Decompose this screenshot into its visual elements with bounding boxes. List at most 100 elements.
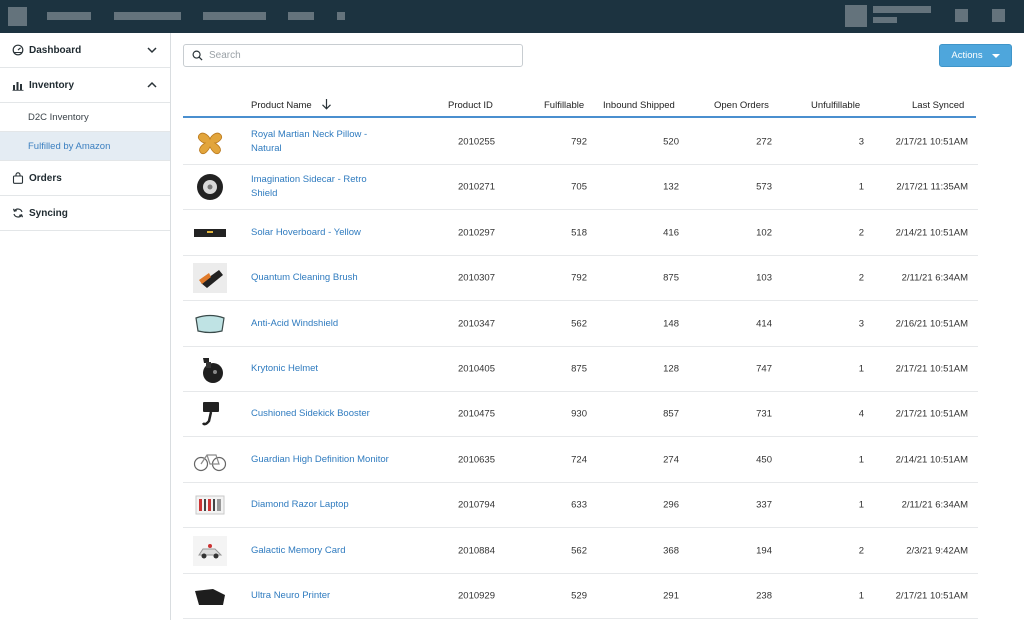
- column-header-fulfillable[interactable]: Fulfillable: [544, 100, 584, 111]
- product-thumbnail[interactable]: [193, 127, 227, 157]
- sidebar-item-label: Inventory: [29, 79, 75, 91]
- product-thumbnail[interactable]: [193, 354, 227, 384]
- product-name-link[interactable]: Galactic Memory Card: [251, 544, 391, 558]
- table-row[interactable]: Galactic Memory Card 2010884 562 368 194 2 2/3…: [183, 529, 978, 574]
- product-name-link[interactable]: Krytonic Helmet: [251, 362, 391, 376]
- product-name-link[interactable]: Imagination Sidecar - Retro Shield: [251, 173, 391, 201]
- product-thumbnail[interactable]: [193, 490, 227, 520]
- sidebar-subitem-label: Fulfilled by Amazon: [28, 140, 111, 152]
- product-thumbnail[interactable]: [193, 263, 227, 294]
- last-synced-value: 2/11/21 6:34AM: [901, 272, 968, 284]
- table-row[interactable]: Krytonic Helmet 2010405 875 128 747 1 2/17/21 …: [183, 347, 978, 392]
- sidebar-item-dashboard[interactable]: Dashboard: [0, 33, 170, 68]
- actions-label: Actions: [951, 50, 983, 61]
- search-box[interactable]: [183, 44, 523, 67]
- open-orders-value: 450: [756, 454, 772, 466]
- unfulfillable-value: 1: [858, 363, 864, 375]
- table-row[interactable]: Diamond Razor Laptop 2010794 633 296 337 1 2/1…: [183, 483, 978, 529]
- product-name-link[interactable]: Royal Martian Neck Pillow - Natural: [251, 128, 391, 156]
- product-id: 2010347: [458, 318, 495, 330]
- search-input[interactable]: [209, 50, 509, 61]
- product-thumbnail[interactable]: [193, 172, 227, 202]
- shopping-bag-icon: [11, 172, 24, 185]
- product-name-link[interactable]: Anti-Acid Windshield: [251, 317, 391, 331]
- fulfillable-value: 930: [571, 408, 587, 420]
- column-header-product-name[interactable]: Product Name: [251, 100, 312, 111]
- sidebar-item-syncing[interactable]: Syncing: [0, 196, 170, 231]
- chevron-up-icon[interactable]: [146, 79, 158, 91]
- product-name-link[interactable]: Quantum Cleaning Brush: [251, 271, 391, 285]
- table-row[interactable]: Ultra Neuro Printer 2010929 529 291 238 1 2/17…: [183, 574, 978, 619]
- fulfillable-value: 792: [571, 272, 587, 284]
- product-thumbnail[interactable]: [193, 535, 227, 566]
- sidebar-item-label: Syncing: [29, 207, 68, 219]
- product-id: 2010405: [458, 363, 495, 375]
- actions-button[interactable]: Actions: [939, 44, 1012, 67]
- column-header-open-orders[interactable]: Open Orders: [714, 100, 769, 111]
- top-nav-item[interactable]: [337, 12, 345, 20]
- inbound-shipped-value: 416: [663, 227, 679, 239]
- inbound-shipped-value: 875: [663, 272, 679, 284]
- product-thumbnail[interactable]: [193, 399, 227, 429]
- inbound-shipped-value: 132: [663, 181, 679, 193]
- table-row[interactable]: Imagination Sidecar - Retro Shield 201027…: [183, 165, 978, 211]
- last-synced-value: 2/14/21 10:51AM: [895, 454, 968, 466]
- column-header-unfulfillable[interactable]: Unfulfillable: [811, 100, 860, 111]
- top-nav-item[interactable]: [288, 12, 314, 20]
- column-header-inbound-shipped[interactable]: Inbound Shipped: [603, 100, 675, 111]
- product-id: 2010794: [458, 499, 495, 511]
- column-header-last-synced[interactable]: Last Synced: [912, 100, 964, 111]
- caret-down-icon: [991, 53, 1000, 58]
- fulfillable-value: 562: [571, 318, 587, 330]
- product-name-link[interactable]: Solar Hoverboard - Yellow: [251, 226, 391, 240]
- user-avatar[interactable]: [845, 5, 867, 27]
- sidebar: Dashboard Inventory D2C Inventory Fulfil…: [0, 33, 171, 620]
- unfulfillable-value: 2: [858, 272, 864, 284]
- app-logo[interactable]: [8, 7, 27, 26]
- last-synced-value: 2/17/21 10:51AM: [895, 590, 968, 602]
- settings-icon[interactable]: [992, 9, 1005, 22]
- product-thumbnail[interactable]: [193, 309, 227, 339]
- sidebar-subitem-d2c-inventory[interactable]: D2C Inventory: [0, 103, 170, 132]
- top-nav-item[interactable]: [47, 12, 91, 20]
- top-nav-item[interactable]: [114, 12, 181, 20]
- sidebar-item-label: Orders: [29, 172, 62, 184]
- product-thumbnail[interactable]: [193, 445, 227, 475]
- sidebar-item-orders[interactable]: Orders: [0, 161, 170, 196]
- main-content: Actions Product Name Product ID Fulfilla…: [171, 33, 1024, 620]
- top-navigation-bar: [0, 0, 1024, 33]
- product-name-link[interactable]: Ultra Neuro Printer: [251, 589, 391, 603]
- arrow-down-icon[interactable]: [321, 98, 332, 110]
- chevron-down-icon[interactable]: [146, 44, 158, 56]
- inbound-shipped-value: 368: [663, 545, 679, 557]
- product-id: 2010884: [458, 545, 495, 557]
- last-synced-value: 2/17/21 10:51AM: [895, 136, 968, 148]
- open-orders-value: 573: [756, 181, 772, 193]
- table-row[interactable]: Anti-Acid Windshield 2010347 562 148 414 3 2/1…: [183, 302, 978, 347]
- product-name-link[interactable]: Guardian High Definition Monitor: [251, 453, 391, 467]
- user-name: [873, 6, 931, 13]
- product-id: 2010929: [458, 590, 495, 602]
- sidebar-subitem-fulfilled-by-amazon[interactable]: Fulfilled by Amazon: [0, 132, 170, 161]
- product-thumbnail[interactable]: [193, 218, 227, 248]
- fulfillable-value: 724: [571, 454, 587, 466]
- fulfillable-value: 529: [571, 590, 587, 602]
- sidebar-item-inventory[interactable]: Inventory: [0, 68, 170, 103]
- notification-icon[interactable]: [955, 9, 968, 22]
- table-row[interactable]: Cushioned Sidekick Booster 2010475 930 857 7…: [183, 392, 978, 438]
- product-name-link[interactable]: Diamond Razor Laptop: [251, 498, 391, 512]
- table-row[interactable]: Guardian High Definition Monitor 2010635 7…: [183, 438, 978, 483]
- table-row[interactable]: Royal Martian Neck Pillow - Natural 20102…: [183, 120, 978, 165]
- product-id: 2010635: [458, 454, 495, 466]
- top-nav-item[interactable]: [203, 12, 266, 20]
- open-orders-value: 337: [756, 499, 772, 511]
- column-header-product-id[interactable]: Product ID: [448, 100, 493, 111]
- product-name-link[interactable]: Cushioned Sidekick Booster: [251, 407, 391, 421]
- open-orders-value: 102: [756, 227, 772, 239]
- table-row[interactable]: Solar Hoverboard - Yellow 2010297 518 416 10…: [183, 211, 978, 256]
- table-row[interactable]: Quantum Cleaning Brush 2010307 792 875 103 2 2…: [183, 256, 978, 302]
- inbound-shipped-value: 274: [663, 454, 679, 466]
- fulfillable-value: 518: [571, 227, 587, 239]
- product-thumbnail[interactable]: [193, 581, 227, 611]
- table-header: Product Name Product ID Fulfillable Inbo…: [183, 87, 976, 118]
